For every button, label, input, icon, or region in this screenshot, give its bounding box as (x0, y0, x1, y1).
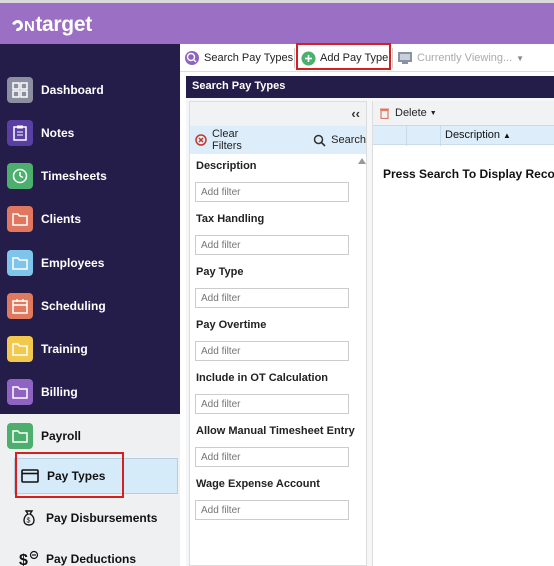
sidebar-item-dashboard[interactable]: Dashboard (0, 68, 180, 111)
sidebar-item-notes[interactable]: Notes (0, 111, 180, 154)
sidebar-item-label: Training (41, 341, 88, 356)
sidebar-item-employees[interactable]: Employees (0, 241, 180, 284)
clear-filters-button[interactable]: Clear Filters (195, 128, 271, 152)
sidebar-item-label: Payroll (41, 428, 82, 443)
app-logo[interactable]: Ntarget (9, 13, 92, 37)
app-window: Ntarget Dashboard Notes Timesheets Clients E… (0, 0, 554, 566)
sort-asc-icon: ▲ (503, 130, 511, 140)
filter-actions-row: Clear Filters Search (190, 126, 366, 154)
sidebar-item-label: Dashboard (41, 82, 104, 97)
add-pay-type-label: Add Pay Type (320, 52, 389, 64)
search-circle-icon (185, 51, 199, 65)
filter-label-description: Description (196, 160, 257, 172)
clock-icon (7, 162, 33, 189)
sidebar-item-label: Notes (41, 125, 75, 140)
add-pay-type-button[interactable]: Add Pay Type (301, 47, 388, 69)
filter-input-pay-type[interactable] (195, 288, 349, 308)
sidebar-item-label: Billing (41, 384, 78, 399)
sidebar-subitem-label: Pay Types (47, 469, 106, 483)
results-panel: Delete ▼ Description ▲ Press Search To D… (372, 101, 554, 566)
dollar-minus-icon: $ (18, 548, 40, 566)
currently-viewing-dropdown[interactable]: Currently Viewing... ▼ (397, 47, 524, 69)
clear-filters-label: Clear Filters (211, 128, 242, 152)
chevron-down-icon: ▼ (516, 53, 525, 63)
svg-text:$: $ (27, 518, 31, 525)
filter-search-label: Search (331, 134, 366, 146)
currently-viewing-label: Currently Viewing... (417, 52, 513, 64)
sidebar-item-training[interactable]: Training (0, 327, 180, 370)
sidebar-item-payroll[interactable]: Payroll (0, 414, 180, 457)
sidebar-item-billing[interactable]: Billing (0, 370, 180, 413)
folder-icon (7, 335, 33, 362)
clipboard-icon (7, 119, 33, 146)
card-icon (19, 465, 41, 487)
results-table-header: Description ▲ (373, 125, 554, 146)
sidebar-subitem-pay-disbursements[interactable]: $ Pay Disbursements (14, 500, 178, 536)
delete-label: Delete (395, 107, 427, 119)
results-toolbar: Delete ▼ (373, 101, 554, 125)
sidebar-subitem-label: Pay Deductions (46, 552, 137, 566)
sidebar-item-label: Employees (41, 255, 105, 270)
chevron-down-icon: ▼ (429, 109, 437, 117)
sidebar-item-label: Clients (41, 211, 82, 226)
logo-prefix: N (24, 18, 36, 35)
scroll-up-arrow[interactable] (358, 158, 366, 164)
toolbar-separator (392, 48, 393, 68)
sidebar-item-timesheets[interactable]: Timesheets (0, 154, 180, 197)
filter-label-include-in-ot-calculation: Include in OT Calculation (196, 372, 329, 384)
dashboard-grid-icon (7, 76, 33, 103)
sidebar-subitem-label: Pay Disbursements (46, 511, 158, 525)
folder-icon (7, 249, 33, 276)
folder-icon (7, 422, 33, 449)
toolbar: Search Pay Types Add Pay Type Currently … (180, 44, 554, 72)
sidebar-subitem-pay-deductions[interactable]: $ Pay Deductions (14, 541, 178, 566)
folder-icon (7, 378, 33, 405)
svg-text:$: $ (19, 552, 28, 566)
clear-x-icon (195, 134, 207, 146)
filter-label-allow-manual-timesheet-entry: Allow Manual Timesheet Entry (196, 425, 355, 437)
magnifier-icon (313, 134, 326, 147)
delete-button[interactable]: Delete ▼ (379, 107, 437, 119)
sidebar-item-scheduling[interactable]: Scheduling (0, 284, 180, 327)
filter-input-wage-expense-account[interactable] (195, 500, 349, 520)
filter-label-pay-type: Pay Type (196, 266, 244, 278)
monitor-icon (398, 52, 412, 64)
filter-input-description[interactable] (195, 182, 349, 202)
logo-text: target (35, 13, 92, 36)
top-header: Ntarget (0, 0, 554, 44)
filters-collapse-row: ‹‹ (190, 102, 366, 126)
panel-title: Search Pay Types (186, 76, 554, 98)
empty-results-message: Press Search To Display Records (383, 167, 554, 181)
column-separator (406, 126, 407, 146)
toolbar-separator (294, 48, 295, 68)
logo-o-mark (9, 17, 26, 34)
filter-input-allow-manual-timesheet-entry[interactable] (195, 447, 349, 467)
calendar-icon (7, 292, 33, 319)
filters-panel: ‹‹ Clear Filters Search Description Tax H… (189, 101, 367, 566)
sidebar-subitem-pay-types[interactable]: Pay Types (14, 458, 178, 494)
filter-label-wage-expense-account: Wage Expense Account (196, 478, 320, 490)
filter-input-pay-overtime[interactable] (195, 341, 349, 361)
filter-input-include-in-ot-calculation[interactable] (195, 394, 349, 414)
sidebar-item-label: Timesheets (41, 168, 107, 183)
filter-input-tax-handling[interactable] (195, 235, 349, 255)
trash-icon (380, 108, 389, 119)
sidebar-item-label: Scheduling (41, 298, 106, 313)
folder-icon (7, 205, 33, 232)
filter-search-button[interactable]: Search (313, 134, 366, 147)
money-bag-icon: $ (18, 507, 40, 529)
search-pay-types-label: Search Pay Types (204, 52, 294, 64)
collapse-left-icon[interactable]: ‹‹ (351, 106, 360, 121)
sidebar-item-clients[interactable]: Clients (0, 197, 180, 240)
column-separator (440, 126, 441, 146)
description-column-label: Description (445, 129, 501, 141)
filter-label-tax-handling: Tax Handling (196, 213, 265, 225)
description-column-header[interactable]: Description ▲ (445, 129, 511, 141)
search-pay-types-button[interactable]: Search Pay Types (184, 47, 293, 69)
filter-label-pay-overtime: Pay Overtime (196, 319, 267, 331)
add-circle-icon (301, 51, 316, 65)
